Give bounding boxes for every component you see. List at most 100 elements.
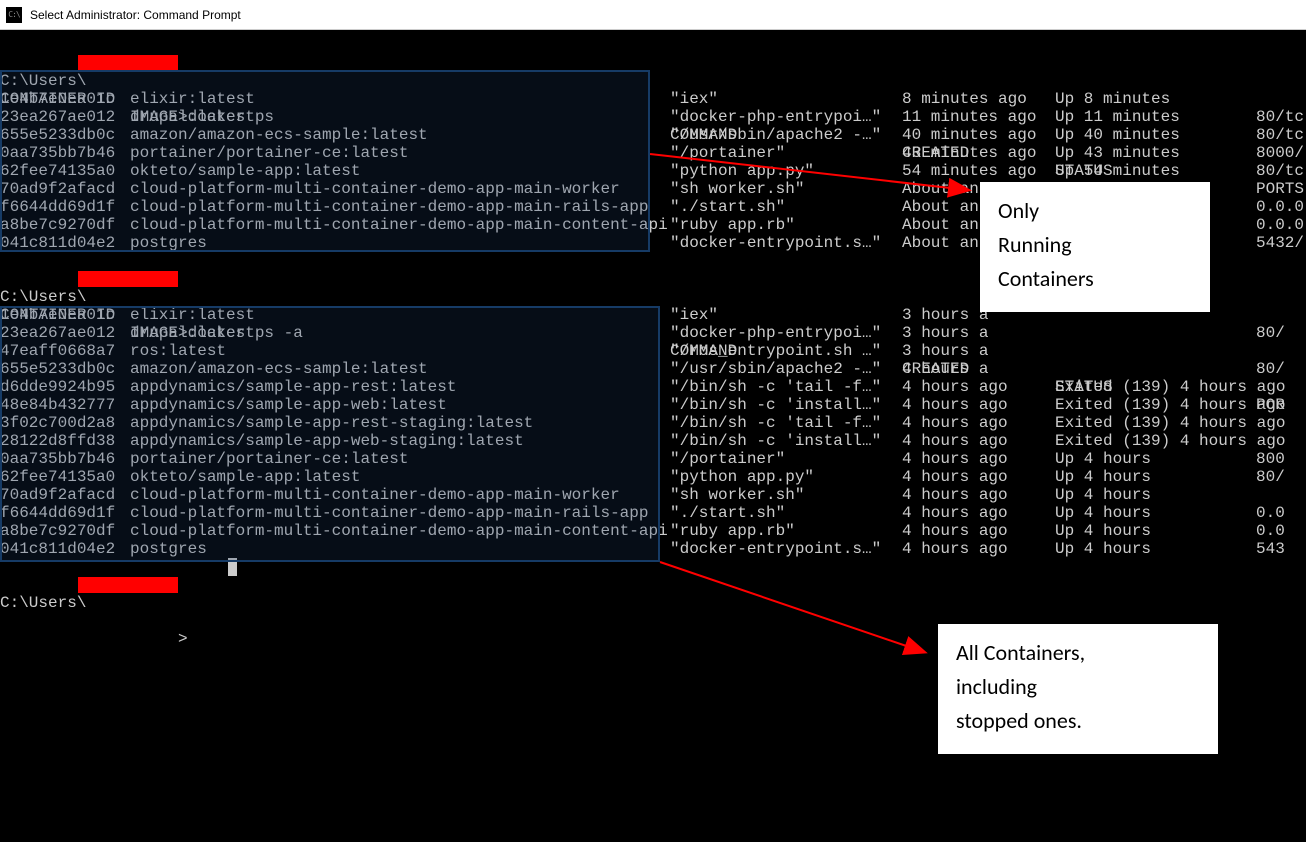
- redacted-username: [78, 577, 178, 593]
- cell-image: appdynamics/sample-app-web:latest: [130, 396, 447, 414]
- cell-created: 43 minutes ago: [902, 144, 1036, 162]
- annotation-all: All Containers, including stopped ones.: [938, 624, 1218, 754]
- cell-container-id: 62fee74135a0: [0, 162, 115, 180]
- cell-image: appdynamics/sample-app-rest-staging:late…: [130, 414, 533, 432]
- cell-status: Up 4 hours: [1055, 486, 1285, 504]
- cell-command: "docker-entrypoint.s…": [670, 234, 881, 252]
- cell-ports: 80/tc: [1256, 108, 1304, 126]
- cell-container-id: 28122d8ffd38: [0, 432, 115, 450]
- text-cursor: [228, 558, 237, 576]
- cell-image: cloud-platform-multi-container-demo-app-…: [130, 180, 620, 198]
- annotation-line: Containers: [998, 262, 1192, 296]
- cell-command: "/bin/sh -c 'tail -f…": [670, 378, 881, 396]
- table-row: 23ea267ae012drupal:latest"docker-php-ent…: [0, 324, 1306, 342]
- table-row: 3f02c700d2a8 appdynamics/sample-app-rest-…: [0, 414, 1306, 432]
- table-row: 62fee74135a0okteto/sample-app:latest"pyt…: [0, 468, 1306, 486]
- cell-container-id: 3f02c700d2a8: [0, 414, 115, 432]
- redacted-username: [78, 55, 178, 71]
- cell-container-id: 1e4b7e0ea01c: [0, 90, 115, 108]
- cell-status: Up 4 hours: [1055, 450, 1285, 468]
- cell-image: cloud-platform-multi-container-demo-app-…: [130, 504, 648, 522]
- cell-created: 4 hours ago: [902, 378, 1008, 396]
- cell-status: Up 4 hours: [1055, 522, 1285, 540]
- cell-created: 40 minutes ago: [902, 126, 1036, 144]
- cell-image: portainer/portainer-ce:latest: [130, 144, 408, 162]
- cell-created: 3 hours a: [902, 306, 988, 324]
- prompt-1: C:\Users\ >docker ps: [0, 54, 1306, 72]
- cell-created: 11 minutes ago: [902, 108, 1036, 126]
- cell-ports: 0.0.0: [1256, 198, 1304, 216]
- cell-command: "/usr/sbin/apache2 -…": [670, 126, 881, 144]
- cell-container-id: 041c811d04e2: [0, 234, 115, 252]
- cell-ports: 80/tc: [1256, 126, 1304, 144]
- cell-ports: 800: [1256, 450, 1285, 468]
- cell-ports: 8000/: [1256, 144, 1304, 162]
- cell-container-id: f6644dd69d1f: [0, 504, 115, 522]
- prompt-3: C:\Users\ >: [0, 576, 1306, 594]
- cell-image: okteto/sample-app:latest: [130, 162, 360, 180]
- cell-command: "/portainer": [670, 144, 785, 162]
- cell-created: 4 hours ago: [902, 396, 1008, 414]
- cell-image: postgres: [130, 234, 207, 252]
- cell-image: drupal:latest: [130, 324, 255, 342]
- cell-status: Exited (139) 4 hours ago: [1055, 432, 1285, 450]
- cell-created: 4 hours ago: [902, 432, 1008, 450]
- cell-image: cloud-platform-multi-container-demo-app-…: [130, 522, 668, 540]
- cell-created: 4 hours ago: [902, 450, 1008, 468]
- table1-header: CONTAINER ID IMAGE COMMAND CREATED STATU…: [0, 72, 1306, 90]
- cell-image: okteto/sample-app:latest: [130, 468, 360, 486]
- cmd-icon: C:\: [6, 7, 22, 23]
- cell-command: "./start.sh": [670, 198, 785, 216]
- cell-status: Exited (139) 4 hours ago: [1055, 378, 1285, 396]
- cell-command: "python app.py": [670, 468, 814, 486]
- cell-command: "ruby app.rb": [670, 216, 795, 234]
- cell-image: elixir:latest: [130, 306, 255, 324]
- cell-command: "iex": [670, 90, 718, 108]
- prompt-path: C:\Users\: [0, 594, 86, 612]
- cell-created: 4 hours ago: [902, 540, 1008, 558]
- cell-created: 3 hours a: [902, 342, 988, 360]
- terminal[interactable]: C:\Users\ >docker ps CONTAINER ID IMAGE …: [0, 30, 1306, 842]
- cell-ports: 80/: [1256, 360, 1285, 378]
- cell-image: amazon/amazon-ecs-sample:latest: [130, 360, 428, 378]
- cell-container-id: 70ad9f2afacd: [0, 486, 115, 504]
- cell-command: "iex": [670, 306, 718, 324]
- cell-created: About an: [902, 234, 979, 252]
- table-row: 48e84b432777appdynamics/sample-app-web:l…: [0, 396, 1306, 414]
- cell-container-id: 1e4b7e0ea01c: [0, 306, 115, 324]
- cell-image: appdynamics/sample-app-rest:latest: [130, 378, 456, 396]
- cell-created: 4 hours ago: [902, 468, 1008, 486]
- table-row: 70ad9f2afacdcloud-platform-multi-contain…: [0, 486, 1306, 504]
- table-row: 1e4b7e0ea01celixir:latest"iex"8 minutes …: [0, 90, 1306, 108]
- cell-image: postgres: [130, 540, 207, 558]
- table-row: 28122d8ffd38appdynamics/sample-app-web-s…: [0, 432, 1306, 450]
- cell-image: drupal:latest: [130, 108, 255, 126]
- annotation-line: including: [956, 670, 1200, 704]
- cell-created: About an: [902, 198, 979, 216]
- cell-command: "/ros_entrypoint.sh …": [670, 342, 881, 360]
- cell-status: Exited (139) 4 hours ago: [1055, 396, 1285, 414]
- cell-status: Up 40 minutes: [1055, 126, 1285, 144]
- cell-ports: 5432/: [1256, 234, 1304, 252]
- cell-ports: 0.0: [1256, 504, 1285, 522]
- cell-container-id: 0aa735bb7b46: [0, 144, 115, 162]
- cell-command: "/bin/sh -c 'tail -f…": [670, 414, 881, 432]
- cell-image: portainer/portainer-ce:latest: [130, 450, 408, 468]
- table-row: 041c811d04e2postgres"docker-entrypoint.s…: [0, 540, 1306, 558]
- redacted-username: [78, 271, 178, 287]
- table-row: 655e5233db0camazon/amazon-ecs-sample:lat…: [0, 360, 1306, 378]
- cell-command: "/bin/sh -c 'install…": [670, 432, 881, 450]
- cell-container-id: 70ad9f2afacd: [0, 180, 115, 198]
- cell-container-id: d6dde9924b95: [0, 378, 115, 396]
- cell-created: 8 minutes ago: [902, 90, 1027, 108]
- cell-status: Up 4 hours: [1055, 468, 1285, 486]
- cell-created: 4 hours a: [902, 360, 988, 378]
- titlebar[interactable]: C:\ Select Administrator: Command Prompt: [0, 0, 1306, 30]
- cell-command: "sh worker.sh": [670, 486, 804, 504]
- cell-ports: 80/: [1256, 468, 1285, 486]
- cell-created: 4 hours ago: [902, 522, 1008, 540]
- cell-container-id: 47eaff0668a7: [0, 342, 115, 360]
- cell-created: About an: [902, 216, 979, 234]
- cell-container-id: 655e5233db0c: [0, 126, 115, 144]
- table-row: 47eaff0668a7ros:latest"/ros_entrypoint.s…: [0, 342, 1306, 360]
